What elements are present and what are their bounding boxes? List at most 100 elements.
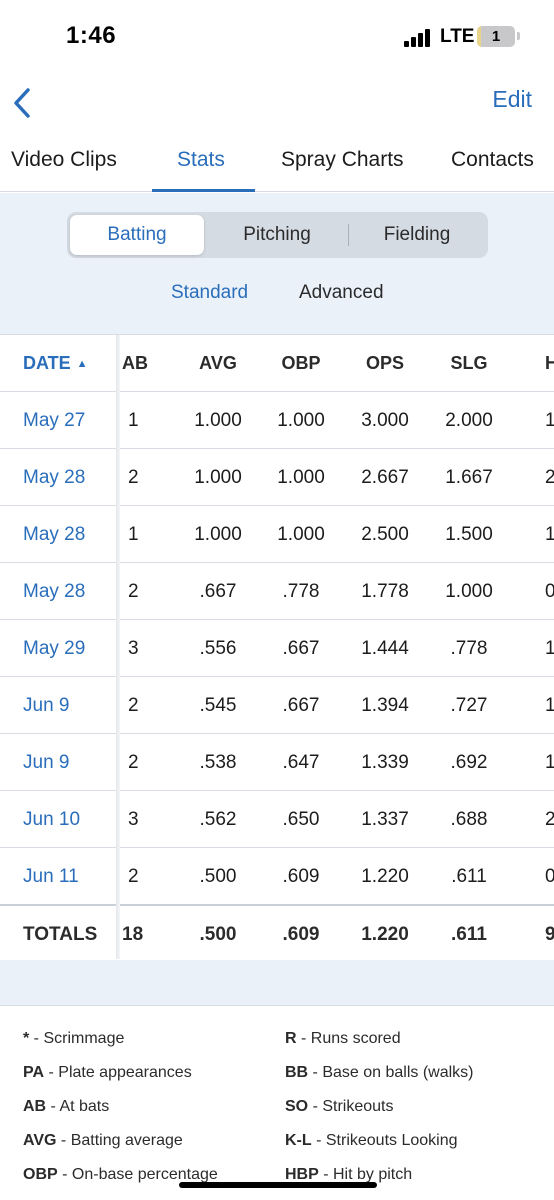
row-slg: .688 xyxy=(450,809,488,830)
column-header-ops[interactable]: OPS xyxy=(347,335,423,392)
row-h: 0 xyxy=(545,848,554,905)
row-obp: .778 xyxy=(282,581,320,602)
row-avg: .556 xyxy=(199,638,237,659)
network-type-label: LTE xyxy=(440,26,475,47)
legend-item: AVG - Batting average xyxy=(23,1132,183,1149)
table-row[interactable]: Jun 11 2 .500 .609 1.220 .611 0 xyxy=(0,848,554,905)
chevron-left-icon xyxy=(14,88,30,118)
cellular-signal-icon xyxy=(404,27,434,47)
table-row[interactable]: May 28 2 1.000 1.000 2.667 1.667 2 xyxy=(0,449,554,506)
row-avg: .562 xyxy=(199,809,237,830)
table-row[interactable]: Jun 10 3 .562 .650 1.337 .688 2 xyxy=(0,791,554,848)
row-slg: 1.500 xyxy=(445,524,493,545)
row-ops: 1.394 xyxy=(361,695,409,716)
column-header-avg[interactable]: AVG xyxy=(180,335,256,392)
segment-batting[interactable]: Batting xyxy=(70,215,204,255)
row-obp: .667 xyxy=(282,695,320,716)
stat-category-segmented-control: Batting Pitching Fielding xyxy=(67,212,488,258)
row-slg: .692 xyxy=(450,752,488,773)
column-header-slg[interactable]: SLG xyxy=(431,335,507,392)
row-h: 1 xyxy=(545,392,554,449)
totals-row: TOTALS 18 .500 .609 1.220 .611 9 xyxy=(0,904,554,960)
row-ab: 2 xyxy=(128,752,139,773)
row-date[interactable]: Jun 9 xyxy=(23,677,69,734)
row-avg: .500 xyxy=(199,866,237,887)
active-tab-indicator xyxy=(152,189,255,192)
section-spacer xyxy=(0,960,554,1005)
row-slg: .778 xyxy=(450,638,488,659)
column-header-obp[interactable]: OBP xyxy=(263,335,339,392)
column-header-ab[interactable]: AB xyxy=(122,335,152,392)
row-h: 2 xyxy=(545,791,554,848)
tab-stats[interactable]: Stats xyxy=(177,148,225,172)
segment-fielding[interactable]: Fielding xyxy=(349,215,485,255)
totals-obp: .609 xyxy=(282,924,320,945)
battery-icon: 1 xyxy=(477,26,515,47)
row-avg: 1.000 xyxy=(194,410,242,431)
row-slg: 1.667 xyxy=(445,467,493,488)
row-obp: .609 xyxy=(282,866,320,887)
row-obp: .667 xyxy=(282,638,320,659)
row-date[interactable]: Jun 10 xyxy=(23,791,80,848)
row-h: 1 xyxy=(545,677,554,734)
status-bar: 1:46 LTE 1 xyxy=(0,0,554,76)
home-indicator[interactable] xyxy=(179,1182,377,1188)
row-ops: 3.000 xyxy=(361,410,409,431)
row-ab: 2 xyxy=(128,695,139,716)
table-row[interactable]: May 29 3 .556 .667 1.444 .778 1 xyxy=(0,620,554,677)
legend-item: BB - Base on balls (walks) xyxy=(285,1064,474,1081)
subtab-standard[interactable]: Standard xyxy=(171,282,248,304)
column-header-date[interactable]: DATE ▲ xyxy=(23,335,88,392)
totals-ops: 1.220 xyxy=(361,924,409,945)
row-h: 0 xyxy=(545,563,554,620)
row-ops: 1.444 xyxy=(361,638,409,659)
row-date[interactable]: May 29 xyxy=(23,620,85,677)
legend-item: K-L - Strikeouts Looking xyxy=(285,1132,458,1149)
row-slg: .611 xyxy=(451,866,487,887)
segment-pitching[interactable]: Pitching xyxy=(207,215,347,255)
row-ops: 1.778 xyxy=(361,581,409,602)
row-obp: .650 xyxy=(282,809,320,830)
row-obp: .647 xyxy=(282,752,320,773)
tab-bar: Video Clips Stats Spray Charts Contacts xyxy=(0,132,554,192)
row-ab: 2 xyxy=(128,866,139,887)
nav-bar: Edit xyxy=(0,76,554,132)
tab-contacts[interactable]: Contacts xyxy=(451,148,534,172)
subtab-advanced[interactable]: Advanced xyxy=(299,282,384,304)
row-ab: 2 xyxy=(128,467,139,488)
row-date[interactable]: Jun 9 xyxy=(23,734,69,791)
table-row[interactable]: May 27 1 1.000 1.000 3.000 2.000 1 xyxy=(0,392,554,449)
row-ab: 1 xyxy=(128,524,139,545)
row-ab: 3 xyxy=(128,809,139,830)
legend-item: AB - At bats xyxy=(23,1098,110,1115)
table-row[interactable]: May 28 1 1.000 1.000 2.500 1.500 1 xyxy=(0,506,554,563)
row-ab: 2 xyxy=(128,581,139,602)
back-button[interactable] xyxy=(8,82,38,122)
row-ops: 1.220 xyxy=(361,866,409,887)
table-row[interactable]: Jun 9 2 .538 .647 1.339 .692 1 xyxy=(0,734,554,791)
row-ops: 2.667 xyxy=(361,467,409,488)
tab-spray-charts[interactable]: Spray Charts xyxy=(281,148,404,172)
tab-video-clips[interactable]: Video Clips xyxy=(11,148,117,172)
row-date[interactable]: May 27 xyxy=(23,392,85,449)
legend-item: R - Runs scored xyxy=(285,1030,401,1047)
row-obp: 1.000 xyxy=(277,410,325,431)
row-avg: 1.000 xyxy=(194,467,242,488)
row-obp: 1.000 xyxy=(277,467,325,488)
edit-button[interactable]: Edit xyxy=(492,86,532,113)
row-h: 1 xyxy=(545,620,554,677)
row-date[interactable]: May 28 xyxy=(23,506,85,563)
row-date[interactable]: May 28 xyxy=(23,563,85,620)
column-header-h[interactable]: H xyxy=(545,335,554,392)
table-row[interactable]: May 28 2 .667 .778 1.778 1.000 0 xyxy=(0,563,554,620)
row-ab: 3 xyxy=(128,638,139,659)
row-slg: 2.000 xyxy=(445,410,493,431)
table-row[interactable]: Jun 9 2 .545 .667 1.394 .727 1 xyxy=(0,677,554,734)
totals-ab: 18 xyxy=(122,924,144,945)
row-avg: .545 xyxy=(199,695,237,716)
totals-h: 9 xyxy=(545,906,554,960)
row-date[interactable]: Jun 11 xyxy=(23,848,79,905)
stats-table[interactable]: DATE ▲ AB AVG OBP OPS SLG H May 27 1 1.00… xyxy=(0,334,554,960)
row-date[interactable]: May 28 xyxy=(23,449,85,506)
row-h: 2 xyxy=(545,449,554,506)
